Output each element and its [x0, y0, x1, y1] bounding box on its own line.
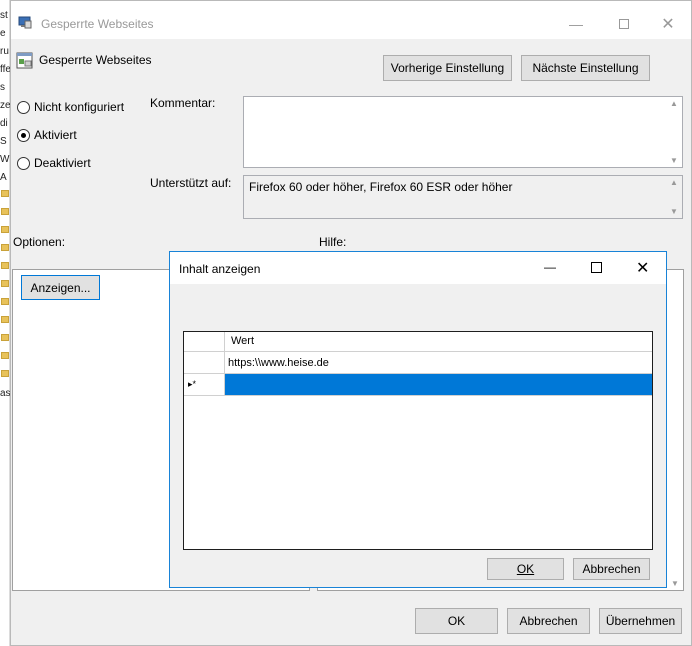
table-row-cell[interactable]: https:\\www.heise.de [225, 352, 652, 374]
folder-icon [1, 244, 9, 251]
dialog-minimize-button[interactable]: — [544, 260, 556, 274]
scroll-down-icon[interactable]: ▼ [669, 579, 681, 588]
background-text: st [0, 10, 8, 21]
radio-not-configured[interactable]: Nicht konfiguriert [17, 100, 124, 114]
background-text: as [0, 388, 10, 399]
folder-icon [1, 316, 9, 323]
folder-icon [1, 334, 9, 341]
folder-icon [1, 280, 9, 287]
close-button[interactable]: ✕ [645, 9, 691, 39]
radio-circle [17, 100, 30, 114]
values-grid[interactable]: Wert https:\\www.heise.de ▸* [183, 331, 653, 550]
dialog-cancel-button[interactable]: Abbrechen [573, 558, 650, 580]
folder-icon [1, 208, 9, 215]
folder-icon [1, 370, 9, 377]
new-row-header[interactable]: ▸* [184, 374, 225, 396]
background-text: ru [0, 46, 9, 57]
show-button[interactable]: Anzeigen... [21, 275, 100, 300]
folder-icon [1, 226, 9, 233]
background-text: S [0, 136, 7, 147]
dialog-maximize-button[interactable] [591, 262, 602, 273]
supported-on-field: Firefox 60 oder höher, Firefox 60 ESR od… [243, 175, 683, 219]
radio-label: Nicht konfiguriert [34, 100, 125, 114]
column-header-value[interactable]: Wert [231, 335, 254, 347]
options-label: Optionen: [13, 235, 66, 249]
ok-button[interactable]: OK [415, 608, 498, 634]
close-icon: ✕ [636, 260, 650, 277]
supported-label: Unterstützt auf: [150, 176, 232, 190]
scroll-down-icon[interactable]: ▼ [668, 156, 680, 165]
dialog-title: Inhalt anzeigen [179, 262, 261, 276]
comment-label: Kommentar: [150, 96, 216, 110]
previous-setting-button[interactable]: Vorherige Einstellung [383, 55, 512, 81]
policy-setting-icon [16, 52, 33, 69]
radio-label: Aktiviert [34, 128, 77, 142]
comment-textarea[interactable]: ▲ ▼ [243, 96, 683, 168]
folder-icon [1, 190, 9, 197]
policy-name: Gesperrte Webseites [39, 53, 152, 67]
folder-icon [1, 298, 9, 305]
radio-circle [17, 156, 30, 170]
folder-icon [1, 262, 9, 269]
background-window-edge [0, 0, 10, 646]
scroll-up-icon[interactable]: ▲ [668, 178, 680, 187]
radio-label: Deaktiviert [34, 156, 91, 170]
background-text: e [0, 28, 6, 39]
apply-button[interactable]: Übernehmen [599, 608, 682, 634]
radio-disabled[interactable]: Deaktiviert [17, 156, 91, 170]
scroll-up-icon[interactable]: ▲ [668, 99, 680, 108]
cancel-button[interactable]: Abbrechen [507, 608, 590, 634]
radio-circle-checked [17, 128, 30, 142]
dialog-title-bar[interactable]: Inhalt anzeigen — ✕ [170, 252, 666, 284]
minimize-icon: — [569, 16, 583, 32]
help-label: Hilfe: [319, 235, 347, 249]
background-text: A [0, 172, 7, 183]
scroll-down-icon[interactable]: ▼ [668, 207, 680, 216]
close-icon: ✕ [661, 16, 675, 33]
folder-icon [1, 352, 9, 359]
supported-on-text: Firefox 60 oder höher, Firefox 60 ESR od… [249, 180, 513, 194]
grid-corner-cell [184, 332, 225, 352]
window-title: Gesperrte Webseites [41, 17, 154, 31]
background-text: ffe [0, 64, 10, 75]
new-row-cell[interactable] [225, 374, 652, 396]
minimize-icon: — [544, 260, 556, 274]
maximize-icon [619, 19, 629, 29]
radio-enabled[interactable]: Aktiviert [17, 128, 77, 142]
maximize-button[interactable] [601, 9, 647, 39]
background-text: s [0, 82, 5, 93]
dialog-ok-button[interactable]: OK [487, 558, 564, 580]
grid-header-row: Wert [184, 332, 652, 352]
row-header[interactable] [184, 352, 225, 374]
policy-editor-icon [18, 16, 32, 29]
show-contents-dialog: Inhalt anzeigen — ✕ Wert https:\\www.hei… [169, 251, 667, 588]
dialog-close-button[interactable]: ✕ [636, 258, 649, 278]
background-text: ze [0, 100, 10, 111]
background-text: di [0, 118, 8, 129]
next-setting-button[interactable]: Nächste Einstellung [521, 55, 650, 81]
title-bar[interactable]: Gesperrte Webseites — ✕ [11, 1, 691, 39]
new-row-marker-icon: ▸* [188, 379, 197, 389]
background-text: W [0, 154, 10, 165]
minimize-button[interactable]: — [553, 9, 599, 39]
